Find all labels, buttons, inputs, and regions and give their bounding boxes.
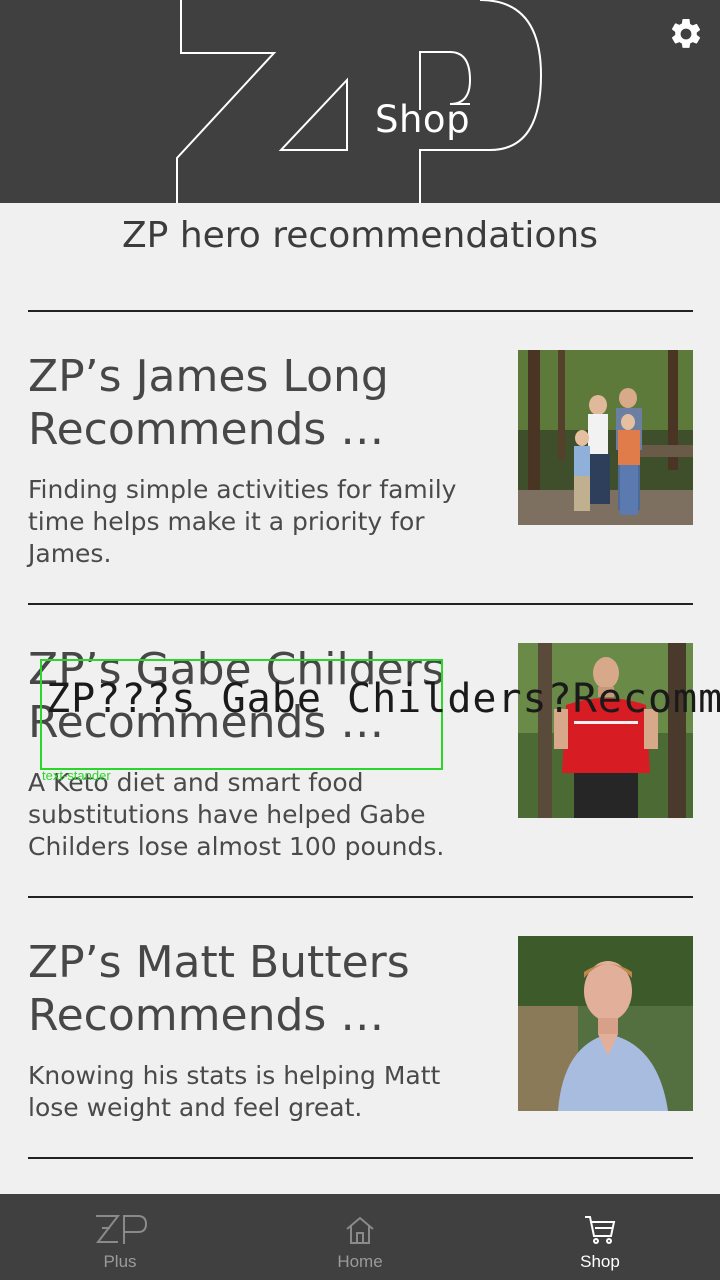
- cart-icon: [570, 1212, 630, 1248]
- nav-label: Plus: [103, 1252, 137, 1271]
- card-title-line2: Recommends …: [28, 404, 385, 455]
- bottom-nav: Plus Home Shop: [0, 1194, 720, 1280]
- man-portrait-photo: [518, 936, 693, 1111]
- section-title: ZP hero recommendations: [122, 215, 598, 256]
- header-title: Shop: [375, 98, 471, 141]
- card-title-line1: ZP’s James Long: [28, 351, 389, 402]
- nav-label: Home: [337, 1252, 383, 1271]
- card-title: ZP’s James Long Recommends …: [28, 350, 498, 456]
- card-title: ZP’s Matt Butters Recommends …: [28, 936, 498, 1042]
- card-title-line2: Recommends …: [28, 990, 385, 1041]
- man-red-shirt-photo: [518, 643, 693, 818]
- divider: [28, 603, 693, 605]
- overlay-garbled-text: ZP???s Gabe Childers?Recomm: [46, 676, 720, 722]
- home-icon: [330, 1212, 390, 1248]
- recommendation-card-matt-butters[interactable]: ZP’s Matt Butters Recommends … Knowing h…: [0, 936, 720, 1228]
- zp-logo-icon: [176, 0, 543, 203]
- nav-label: Shop: [580, 1252, 620, 1271]
- zp-logo-icon: [90, 1212, 150, 1248]
- app-root: Shop ZP hero recommendations ZP’s James …: [0, 0, 720, 1280]
- divider: [28, 1157, 693, 1159]
- nav-home[interactable]: Home: [240, 1194, 480, 1280]
- nav-shop[interactable]: Shop: [480, 1194, 720, 1280]
- card-title-line1: ZP’s Matt Butters: [28, 937, 410, 988]
- app-header: Shop: [0, 0, 720, 203]
- overlay-box-label: text-stander: [42, 768, 111, 783]
- recommendation-card-james-long[interactable]: ZP’s James Long Recommends … Finding sim…: [0, 350, 720, 642]
- gear-icon[interactable]: [668, 16, 704, 52]
- card-description: Finding simple activities for family tim…: [28, 475, 457, 568]
- divider: [28, 310, 693, 312]
- divider: [28, 896, 693, 898]
- nav-plus[interactable]: Plus: [0, 1194, 240, 1280]
- family-photo: [518, 350, 693, 525]
- card-description: Knowing his stats is helping Matt lose w…: [28, 1061, 441, 1122]
